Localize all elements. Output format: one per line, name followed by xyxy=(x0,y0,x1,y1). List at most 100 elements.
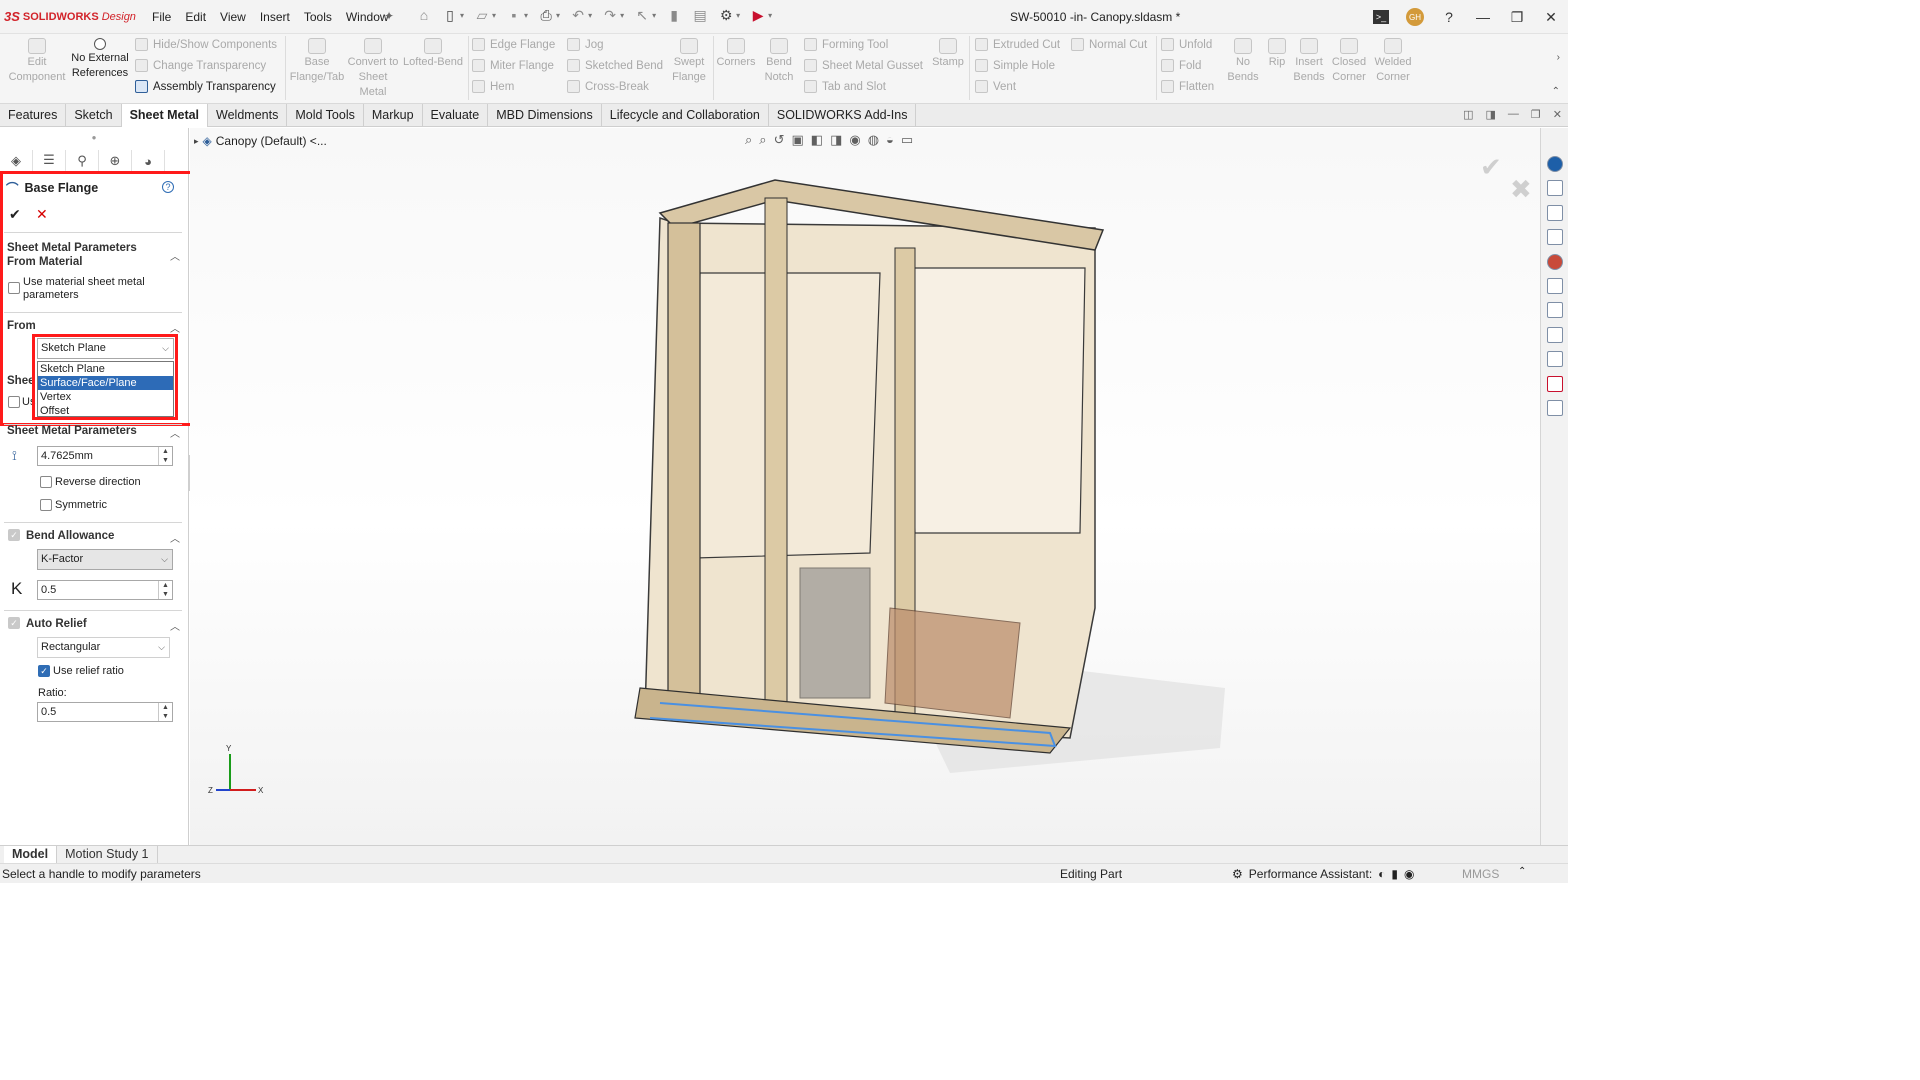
bend-allowance-checkbox[interactable]: ✓ xyxy=(8,529,20,541)
miter-flange-button[interactable]: Miter Flange xyxy=(472,59,554,72)
help-icon[interactable]: ? xyxy=(1432,4,1466,30)
open-dropdown-icon[interactable]: ▾ xyxy=(492,11,496,20)
tab-features[interactable]: Features xyxy=(0,104,67,127)
forming-tool-button[interactable]: Forming Tool xyxy=(804,38,888,51)
3dexperience-dropdown-icon[interactable]: ▾ xyxy=(768,11,772,20)
bend-allowance-select[interactable]: K-Factor ⌵ xyxy=(37,549,173,570)
symmetric-checkbox[interactable] xyxy=(40,499,52,511)
graphics-area[interactable]: ▸ ◈ Canopy (Default) <... ⌕ ⌕ ↺ ▣ ◧ ◨ ◉ … xyxy=(190,128,1540,845)
learning-icon[interactable] xyxy=(1547,400,1563,416)
use-relief-ratio-checkbox[interactable]: ✓ xyxy=(38,665,50,677)
view-palette-icon[interactable] xyxy=(1547,229,1563,245)
relief-type-select[interactable]: Rectangular ⌵ xyxy=(37,637,170,658)
fold-button[interactable]: Fold xyxy=(1161,59,1201,72)
hide-show-components-button[interactable]: Hide/Show Components xyxy=(135,38,277,51)
edit-component-button[interactable]: Edit Component xyxy=(4,38,70,85)
ribbon-scroll-right-icon[interactable]: › xyxy=(1557,52,1560,63)
tab-weldments[interactable]: Weldments xyxy=(208,104,288,127)
unfold-button[interactable]: Unfold xyxy=(1161,38,1212,51)
toolbox-icon[interactable] xyxy=(1547,351,1563,367)
base-flange-button[interactable]: Base Flange/Tab xyxy=(288,38,346,85)
close-icon[interactable]: ✕ xyxy=(1534,4,1568,30)
lofted-bend-button[interactable]: Lofted-Bend xyxy=(400,38,466,70)
display-manager-tab-icon[interactable]: ◕ xyxy=(132,150,165,172)
feature-manager-tab-icon[interactable]: ◈ xyxy=(0,150,33,172)
canopy-model[interactable] xyxy=(190,128,1540,845)
split-left-icon[interactable]: ◫ xyxy=(1463,108,1473,121)
sheet-metal-gusset-button[interactable]: Sheet Metal Gusset xyxy=(804,59,923,72)
change-transparency-button[interactable]: Change Transparency xyxy=(135,59,266,72)
ratio-input[interactable]: 0.5 ▲ ▼ xyxy=(37,702,173,722)
bend-notch-button[interactable]: Bend Notch xyxy=(758,38,800,85)
file-explorer-icon[interactable] xyxy=(1547,205,1563,221)
tab-lifecycle[interactable]: Lifecycle and Collaboration xyxy=(602,104,769,127)
tab-and-slot-button[interactable]: Tab and Slot xyxy=(804,80,886,93)
options-gear-icon[interactable]: ⚙ xyxy=(718,6,734,24)
3dexperience-icon[interactable]: ▶ xyxy=(750,6,766,24)
select-icon[interactable]: ↖ xyxy=(634,6,650,24)
rip-button[interactable]: Rip xyxy=(1266,38,1288,70)
tab-sketch[interactable]: Sketch xyxy=(66,104,122,127)
save-icon[interactable]: ▪ xyxy=(506,6,522,24)
menu-tools[interactable]: Tools xyxy=(304,10,332,24)
ribbon-collapse-icon[interactable]: ⌃ xyxy=(1552,86,1560,97)
menu-insert[interactable]: Insert xyxy=(260,10,290,24)
status-icon-3[interactable]: ◉ xyxy=(1404,867,1414,881)
appearances-icon[interactable] xyxy=(1547,254,1563,270)
menu-window[interactable]: Window xyxy=(346,10,389,24)
home-icon[interactable]: ⌂ xyxy=(416,6,432,24)
edge-flange-button[interactable]: Edge Flange xyxy=(472,38,555,51)
tab-mold-tools[interactable]: Mold Tools xyxy=(287,104,364,127)
panel-grip-icon[interactable]: ● xyxy=(0,128,188,148)
hem-button[interactable]: Hem xyxy=(472,80,514,93)
tab-addins[interactable]: SOLIDWORKS Add-Ins xyxy=(769,104,917,127)
3d-content-icon[interactable] xyxy=(1547,327,1563,343)
dimxpert-tab-icon[interactable]: ⊕ xyxy=(99,150,132,172)
redo-icon[interactable]: ↷ xyxy=(602,6,618,24)
status-icon-2[interactable]: ▮ xyxy=(1391,867,1398,881)
jog-button[interactable]: Jog xyxy=(567,38,604,51)
save-dropdown-icon[interactable]: ▾ xyxy=(524,11,528,20)
forum-icon[interactable] xyxy=(1547,302,1563,318)
solidworks-resources-icon[interactable] xyxy=(1547,156,1563,172)
user-avatar[interactable]: GH xyxy=(1398,4,1432,30)
thickness-spinner[interactable]: ▲ ▼ xyxy=(158,447,172,465)
flatten-button[interactable]: Flatten xyxy=(1161,80,1214,93)
pin-menu-icon[interactable]: ✦ xyxy=(384,9,394,23)
options-dropdown-icon[interactable]: ▾ xyxy=(736,11,740,20)
custom-properties-icon[interactable] xyxy=(1547,278,1563,294)
normal-cut-button[interactable]: Normal Cut xyxy=(1071,38,1147,51)
open-icon[interactable]: ▱ xyxy=(474,6,490,24)
property-manager-tab-icon[interactable]: ☰ xyxy=(33,150,66,172)
design-library-icon[interactable] xyxy=(1547,180,1563,196)
stamp-button[interactable]: Stamp xyxy=(928,38,968,70)
insert-bends-button[interactable]: Insert Bends xyxy=(1290,38,1328,85)
sketched-bend-button[interactable]: Sketched Bend xyxy=(567,59,663,72)
thickness-input[interactable]: 4.7625mm ▲ ▼ xyxy=(37,446,173,466)
tab-mbd-dimensions[interactable]: MBD Dimensions xyxy=(488,104,602,127)
unit-system-dropdown-icon[interactable]: ⌃ xyxy=(1518,866,1526,877)
redo-dropdown-icon[interactable]: ▾ xyxy=(620,11,624,20)
undo-icon[interactable]: ↶ xyxy=(570,6,586,24)
welded-corner-button[interactable]: Welded Corner xyxy=(1371,38,1415,85)
select-dropdown-icon[interactable]: ▾ xyxy=(652,11,656,20)
restore-icon[interactable]: ❐ xyxy=(1500,4,1534,30)
cross-break-button[interactable]: Cross-Break xyxy=(567,80,649,93)
simple-hole-button[interactable]: Simple Hole xyxy=(975,59,1055,72)
rebuild-icon[interactable]: ▮ xyxy=(666,6,682,24)
tab-motion-study-1[interactable]: Motion Study 1 xyxy=(57,846,158,863)
command-icon[interactable]: >_ xyxy=(1364,4,1398,30)
k-factor-spinner[interactable]: ▲ ▼ xyxy=(158,581,172,599)
collapse-chevron-icon[interactable]: ︿ xyxy=(170,530,180,545)
tab-evaluate[interactable]: Evaluate xyxy=(423,104,489,127)
new-document-icon[interactable]: ▯ xyxy=(442,6,458,24)
vent-button[interactable]: Vent xyxy=(975,80,1016,93)
corners-button[interactable]: Corners xyxy=(714,38,758,70)
menu-view[interactable]: View xyxy=(220,10,246,24)
closed-corner-button[interactable]: Closed Corner xyxy=(1329,38,1369,85)
no-external-references-button[interactable]: No External References xyxy=(70,38,130,81)
tab-markup[interactable]: Markup xyxy=(364,104,423,127)
performance-assistant[interactable]: ⚙ Performance Assistant: ◐ ▮ ◉ xyxy=(1232,867,1415,881)
split-right-icon[interactable]: ◨ xyxy=(1486,108,1496,121)
reverse-direction-checkbox[interactable] xyxy=(40,476,52,488)
